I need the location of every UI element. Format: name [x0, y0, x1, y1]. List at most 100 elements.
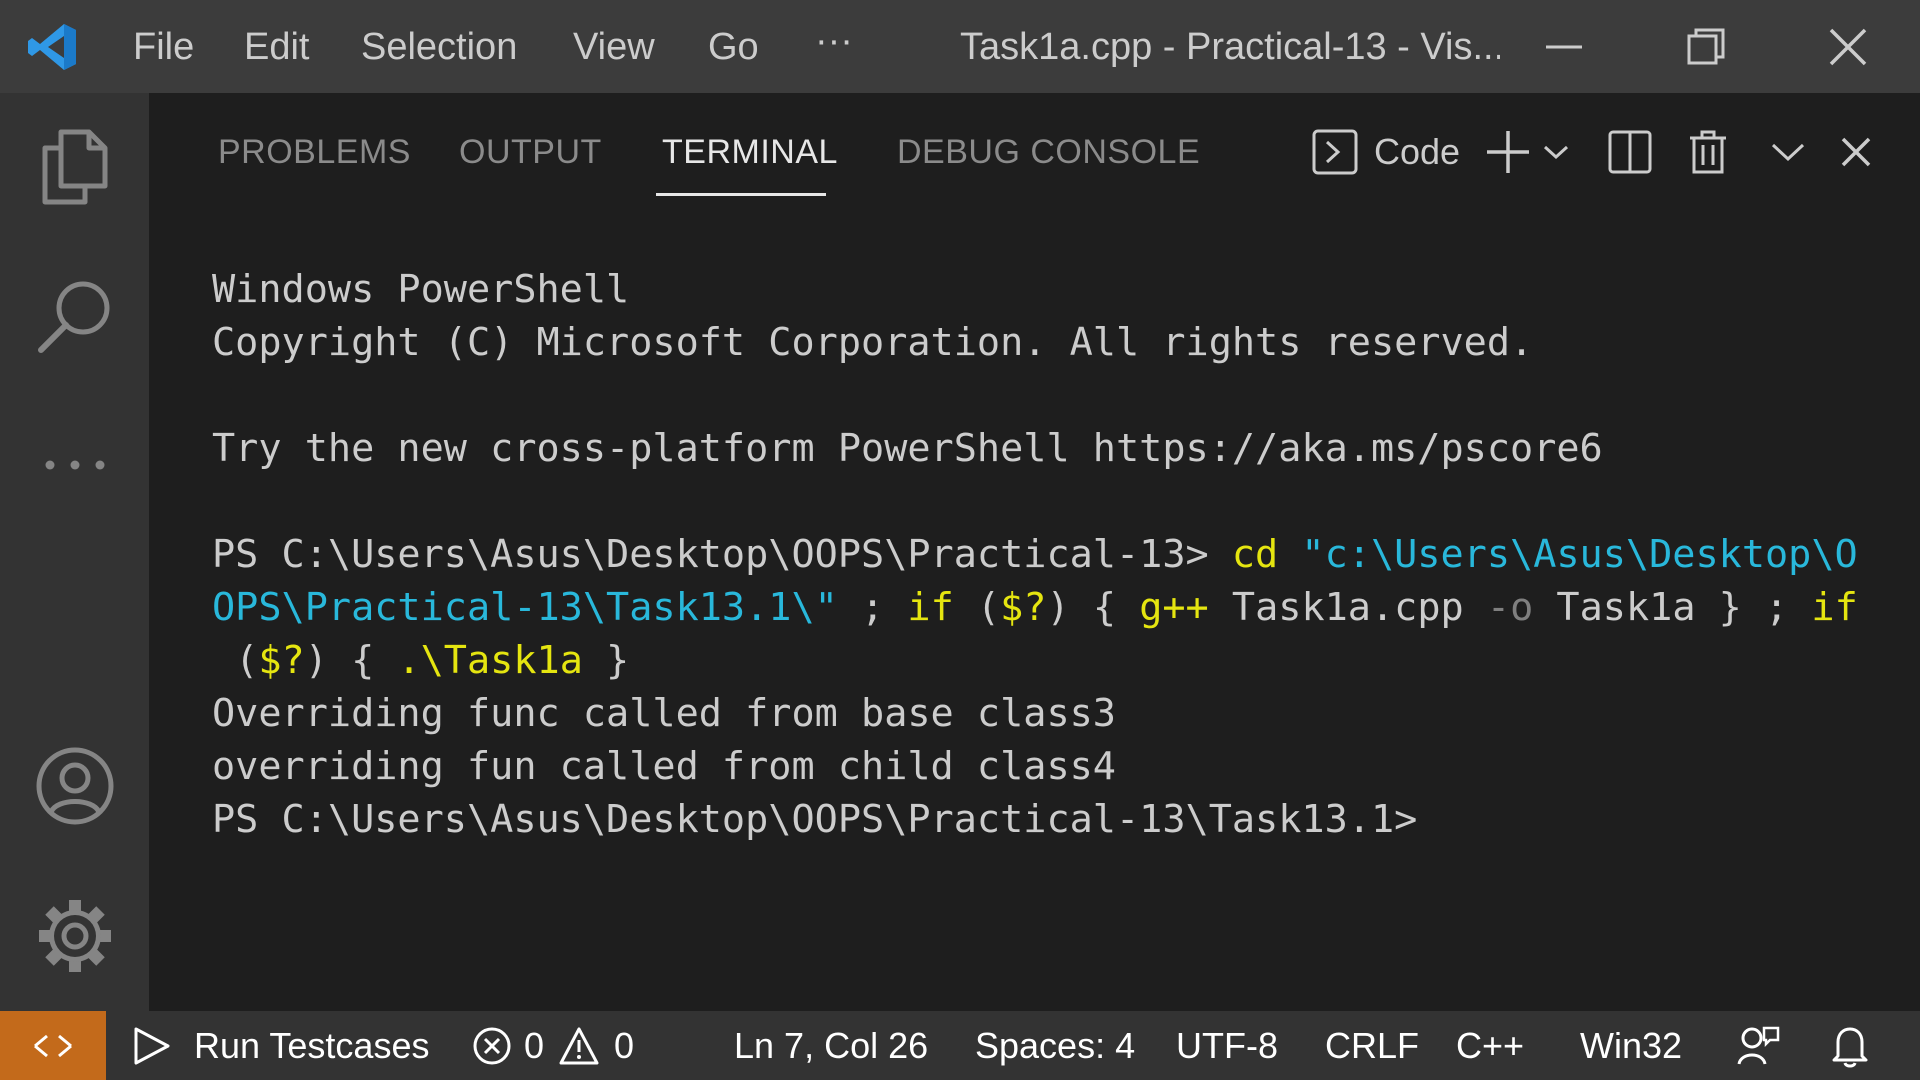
terminal-line: Copyright (C) Microsoft Corporation. All… — [212, 316, 1882, 369]
terminal-text: .\Task1a — [397, 638, 583, 683]
language-status[interactable]: C++ — [1456, 1011, 1524, 1080]
restore-icon — [1687, 28, 1725, 64]
terminal-text: if — [1811, 585, 1858, 630]
eol-status[interactable]: CRLF — [1325, 1011, 1419, 1080]
gear-icon — [38, 900, 111, 972]
terminal-line: PS C:\Users\Asus\Desktop\OOPS\Practical-… — [212, 528, 1882, 581]
warning-icon — [559, 1027, 599, 1064]
feedback-icon — [1737, 1026, 1780, 1065]
vscode-window: File Edit Selection View Go ··· Task1a.c… — [0, 0, 1920, 1080]
terminal-text: ( — [212, 638, 259, 683]
menu-go[interactable]: Go — [708, 24, 759, 70]
bell-icon — [1832, 1027, 1868, 1067]
error-count: 0 — [524, 1024, 545, 1066]
terminal-text: overriding fun called from child class4 — [212, 744, 1116, 789]
maximize-panel-button[interactable] — [1770, 119, 1806, 185]
terminal-line: PS C:\Users\Asus\Desktop\OOPS\Practical-… — [212, 793, 1882, 846]
platform-status[interactable]: Win32 — [1580, 1011, 1682, 1080]
title-bar: File Edit Selection View Go ··· Task1a.c… — [0, 0, 1920, 93]
terminal-text: ; — [837, 585, 908, 630]
remote-icon — [34, 1034, 72, 1057]
vscode-logo-icon — [28, 24, 76, 70]
play-icon — [134, 1027, 170, 1064]
run-testcases-button[interactable]: Run Testcases — [132, 1011, 429, 1080]
problems-indicator[interactable]: 0 0 — [472, 1011, 634, 1080]
menu-edit[interactable]: Edit — [244, 24, 309, 70]
terminal-icon — [1312, 129, 1358, 175]
terminal-panel: PROBLEMS OUTPUT TERMINAL DEBUG CONSOLE C… — [149, 93, 1920, 1011]
minimize-button[interactable] — [1494, 0, 1634, 93]
notifications-button[interactable] — [1830, 1011, 1870, 1080]
encoding-status[interactable]: UTF-8 — [1176, 1011, 1278, 1080]
files-icon — [42, 129, 107, 205]
new-terminal-button[interactable] — [1485, 119, 1531, 185]
activity-search[interactable] — [0, 256, 149, 376]
kill-terminal-button[interactable] — [1688, 119, 1728, 185]
terminal-shell-label: Code — [1374, 131, 1461, 172]
restore-button[interactable] — [1636, 0, 1776, 93]
terminal-line: OPS\Practical-13\Task13.1\" ; if ($?) { … — [212, 581, 1882, 634]
remote-indicator[interactable] — [0, 1011, 106, 1080]
terminal-text: ) { — [1046, 585, 1140, 630]
terminal-text: cd — [1231, 532, 1279, 577]
terminal-text: if — [907, 585, 954, 630]
terminal-text: Task1a } ; — [1533, 585, 1812, 630]
terminal-line: Windows PowerShell — [212, 263, 1882, 316]
terminal-text: Windows PowerShell — [212, 267, 630, 312]
terminal-text: "c:\Users\Asus\Desktop\O — [1278, 532, 1858, 577]
activity-bar — [0, 93, 149, 1011]
terminal-text: -o — [1486, 585, 1534, 630]
split-icon — [1608, 130, 1652, 174]
feedback-button[interactable] — [1736, 1011, 1780, 1080]
search-icon — [37, 281, 109, 353]
terminal-text: Copyright (C) Microsoft Corporation. All… — [212, 320, 1534, 365]
activity-explorer[interactable] — [0, 106, 149, 226]
plus-icon — [1487, 131, 1529, 173]
tab-problems[interactable]: PROBLEMS — [218, 127, 411, 177]
terminal-text: g++ — [1139, 585, 1209, 630]
terminal-text: ) { — [304, 638, 398, 683]
tab-debug-console[interactable]: DEBUG CONSOLE — [897, 127, 1200, 177]
account-icon — [36, 747, 113, 825]
terminal-line: Overriding func called from base class3 — [212, 687, 1882, 740]
terminal-text: PS C:\Users\Asus\Desktop\OOPS\Practical-… — [212, 532, 1232, 577]
activity-settings[interactable] — [0, 876, 149, 996]
close-icon — [1841, 137, 1871, 167]
terminal-text: $? — [1000, 585, 1047, 630]
close-panel-button[interactable] — [1840, 119, 1872, 185]
close-window-button[interactable] — [1778, 0, 1918, 93]
menu-more[interactable]: ··· — [815, 18, 853, 64]
activity-more[interactable] — [0, 405, 149, 525]
error-icon — [473, 1027, 511, 1064]
tab-terminal[interactable]: TERMINAL — [662, 127, 838, 177]
terminal-line: Try the new cross-platform PowerShell ht… — [212, 422, 1882, 475]
terminal-text: Try the new cross-platform PowerShell ht… — [212, 426, 1603, 471]
minimize-icon — [1546, 45, 1582, 48]
terminal-text: Overriding func called from base class3 — [212, 691, 1116, 736]
active-tab-indicator — [656, 193, 826, 196]
terminal-text: OPS\Practical-13\Task13.1\" — [212, 585, 838, 630]
chevron-down-icon — [1771, 143, 1805, 162]
close-icon — [1829, 28, 1867, 65]
terminal-output[interactable]: Windows PowerShell Copyright (C) Microsof… — [212, 263, 1882, 846]
menu-file[interactable]: File — [133, 24, 194, 70]
tab-output[interactable]: OUTPUT — [459, 127, 602, 177]
activity-accounts[interactable] — [0, 726, 149, 846]
cursor-position[interactable]: Ln 7, Col 26 — [734, 1011, 928, 1080]
status-bar: Run Testcases 0 0 Ln 7, Col 26 Spaces: 4… — [0, 1011, 1920, 1080]
terminal-dropdown-button[interactable] — [1542, 119, 1570, 185]
terminal-text: Task1a.cpp — [1208, 585, 1487, 630]
indentation-status[interactable]: Spaces: 4 — [975, 1011, 1135, 1080]
split-terminal-button[interactable] — [1608, 119, 1652, 185]
menu-selection[interactable]: Selection — [361, 24, 517, 70]
terminal-text: ( — [953, 585, 1001, 630]
ellipsis-icon — [45, 460, 104, 470]
trash-icon — [1690, 130, 1726, 174]
terminal-selector[interactable]: Code — [1312, 119, 1460, 185]
chevron-down-icon — [1543, 145, 1569, 160]
window-title: Task1a.cpp - Practical-13 - Vis... — [960, 26, 1500, 68]
menu-view[interactable]: View — [573, 24, 655, 70]
terminal-line: ($?) { .\Task1a } — [212, 634, 1882, 687]
terminal-text: $? — [258, 638, 305, 683]
